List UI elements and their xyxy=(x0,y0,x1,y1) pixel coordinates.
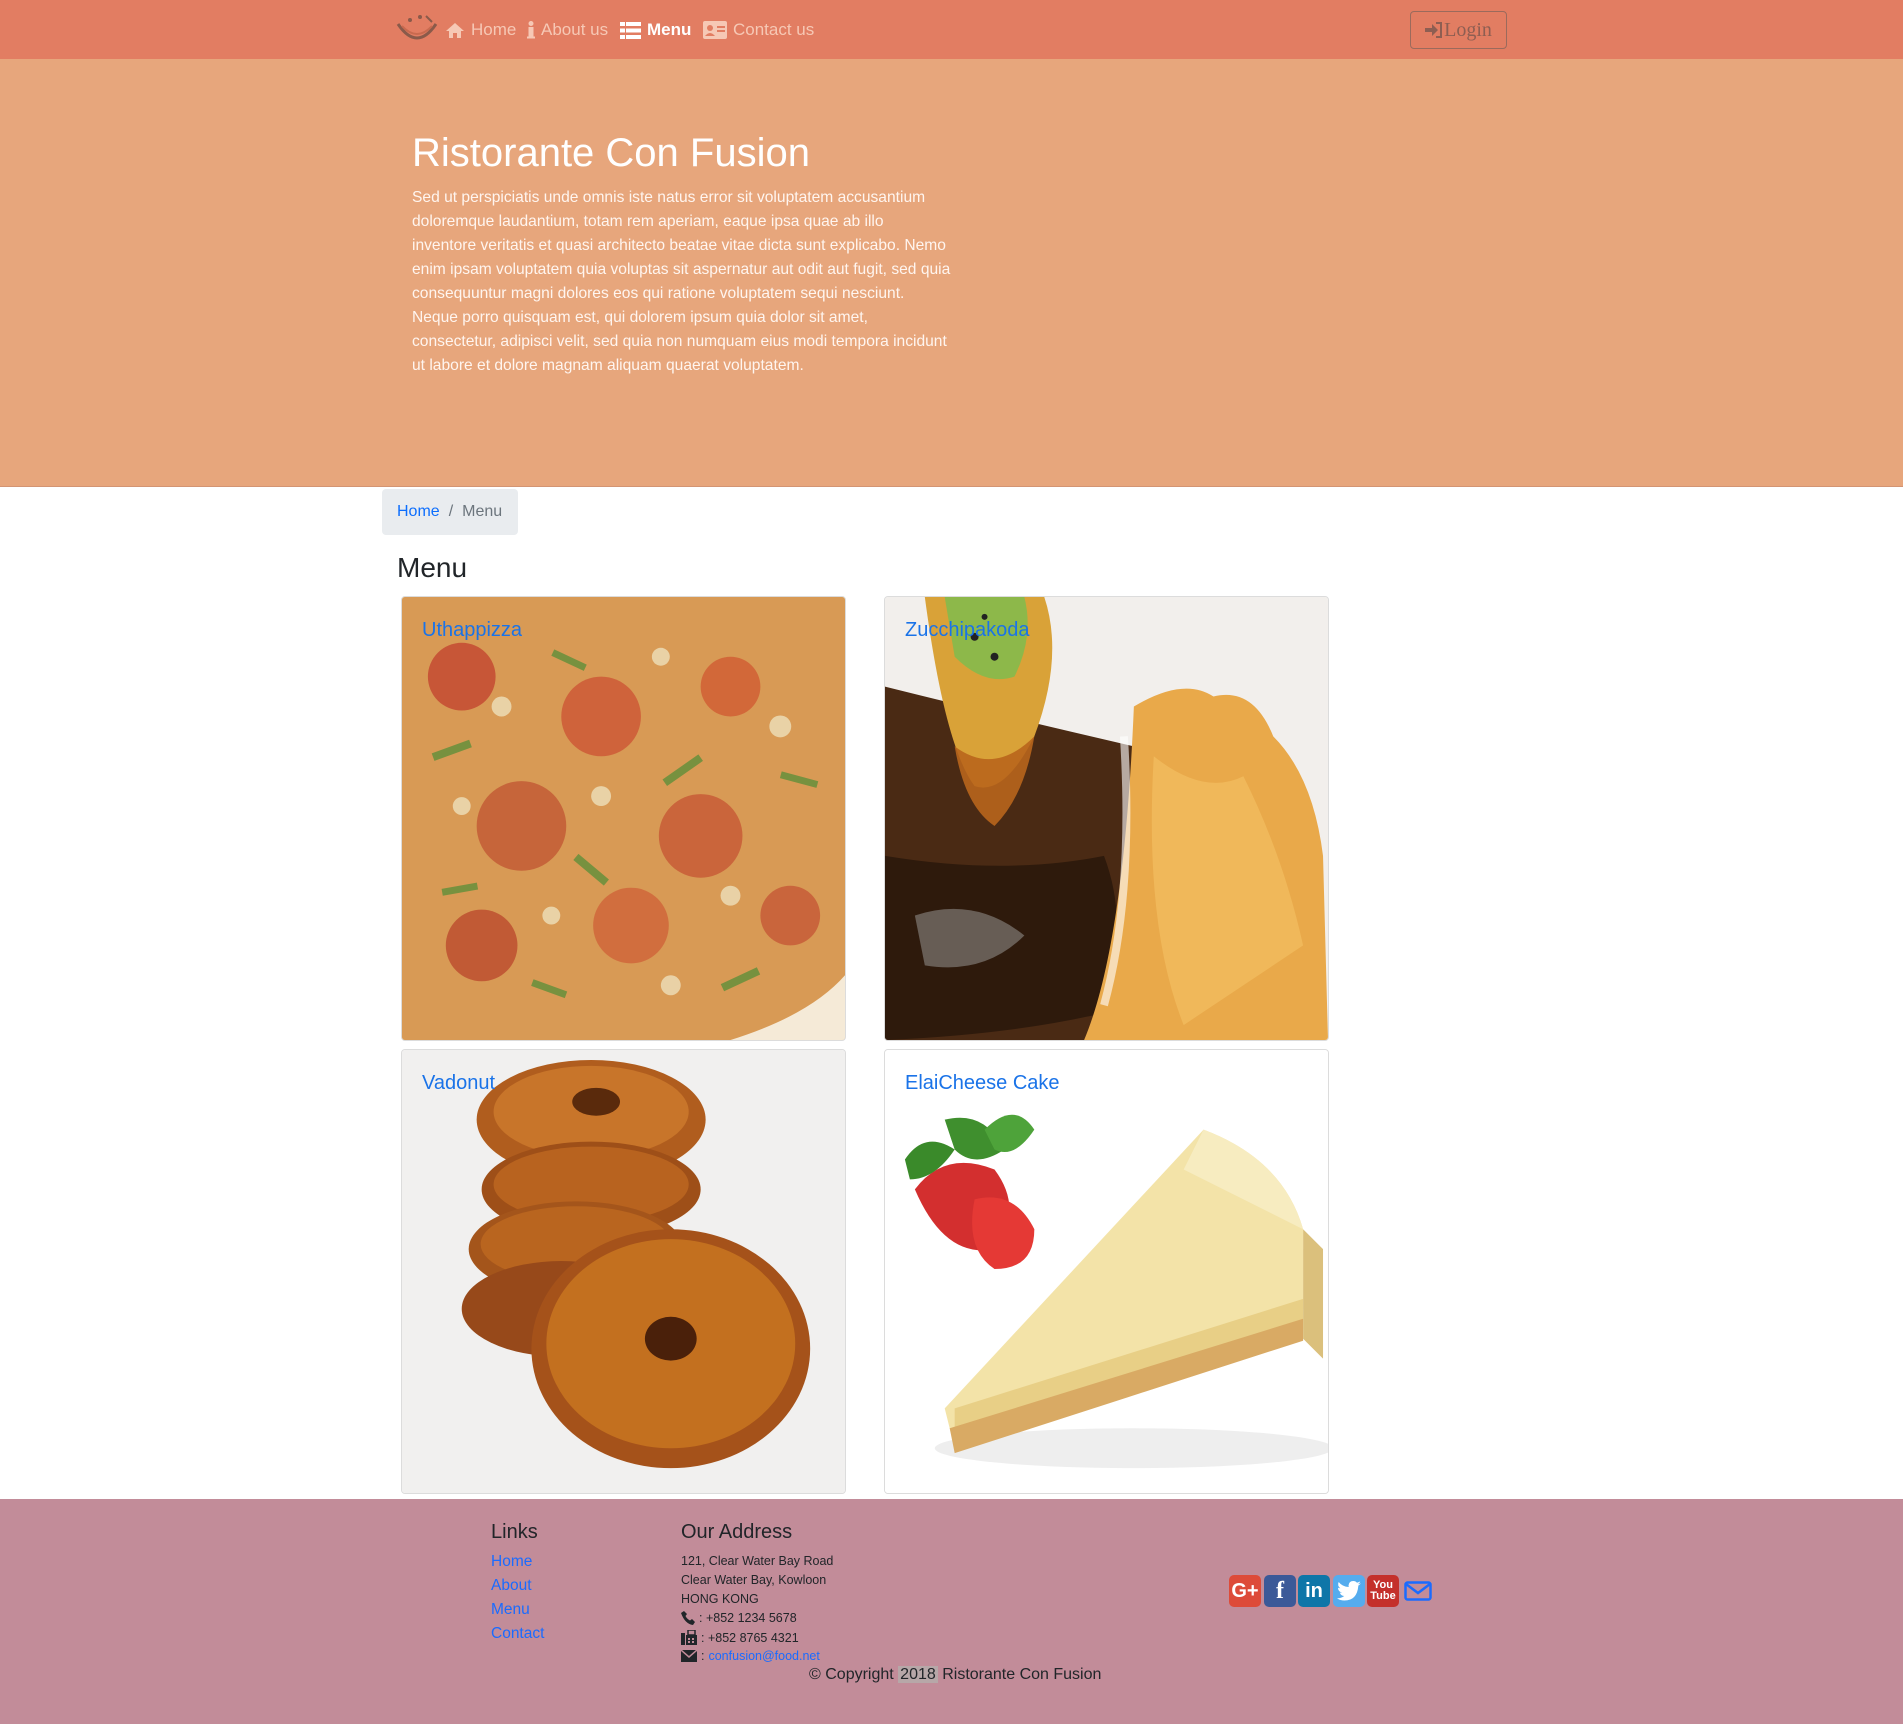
page-title: Menu xyxy=(397,552,468,583)
breadcrumb-separator: / xyxy=(448,503,454,520)
dish-title[interactable]: Uthappizza xyxy=(422,619,522,642)
dish-title[interactable]: ElaiCheese Cake xyxy=(905,1072,1060,1095)
nav-contact-label: Contact us xyxy=(733,20,815,39)
fax-number: : +852 8765 4321 xyxy=(701,1630,799,1645)
dish-card-vadonut[interactable]: Vadonut xyxy=(401,1049,846,1494)
fax-line: : +852 8765 4321 xyxy=(681,1630,799,1645)
email-button[interactable] xyxy=(1402,1575,1434,1607)
elaicheese-cake-image xyxy=(885,1050,1328,1493)
google-plus-icon: G+ xyxy=(1231,1579,1259,1602)
email-line: : confusion@food.net xyxy=(681,1649,820,1663)
envelope-icon xyxy=(1404,1581,1432,1601)
breadcrumb-current: Menu xyxy=(462,503,503,520)
facebook-icon: f xyxy=(1276,1577,1284,1604)
linkedin-icon: in xyxy=(1305,1579,1323,1602)
zucchipakoda-image xyxy=(885,597,1328,1040)
home-icon xyxy=(446,22,464,38)
nav-menu-label: Menu xyxy=(647,20,692,39)
logo-icon[interactable] xyxy=(396,12,438,46)
uthappizza-image xyxy=(402,597,845,1040)
address-line: 121, Clear Water Bay Road xyxy=(681,1554,834,1568)
breadcrumb-home-link[interactable]: Home xyxy=(397,503,440,521)
twitter-button[interactable] xyxy=(1333,1575,1365,1607)
copyright-owner: Ristorante Con Fusion xyxy=(942,1666,1102,1683)
twitter-icon xyxy=(1337,1581,1361,1601)
vadonut-image xyxy=(402,1050,845,1493)
copyright: © Copyright 2018 Ristorante Con Fusion xyxy=(809,1666,1101,1684)
footer-links-heading: Links xyxy=(491,1521,538,1543)
dish-card-uthappizza[interactable]: Uthappizza xyxy=(401,596,846,1041)
fax-icon xyxy=(681,1630,697,1645)
restaurant-title: Ristorante Con Fusion xyxy=(412,131,810,175)
login-button[interactable]: Login xyxy=(1410,11,1507,49)
dish-card-zucchipakoda[interactable]: Zucchipakoda xyxy=(884,596,1329,1041)
breadcrumb: Home / Menu xyxy=(382,489,518,535)
email-prefix: : xyxy=(701,1649,705,1663)
nav-home[interactable]: Home xyxy=(445,18,516,42)
footer-link-about[interactable]: About xyxy=(491,1577,532,1595)
copyright-prefix: © Copyright xyxy=(809,1666,894,1683)
facebook-button[interactable]: f xyxy=(1264,1575,1296,1607)
dish-title[interactable]: Zucchipakoda xyxy=(905,619,1030,642)
nav-contact[interactable]: Contact us xyxy=(703,18,814,42)
footer-link-menu[interactable]: Menu xyxy=(491,1601,530,1619)
youtube-button[interactable]: You Tube xyxy=(1367,1575,1399,1607)
jumbotron: Ristorante Con Fusion Sed ut perspiciati… xyxy=(0,59,1903,487)
footer-link-home[interactable]: Home xyxy=(491,1553,532,1571)
sign-in-icon xyxy=(1425,22,1443,38)
footer-link-contact[interactable]: Contact xyxy=(491,1625,544,1643)
address-line: HONG KONG xyxy=(681,1592,759,1606)
nav-menu[interactable]: Menu xyxy=(620,18,691,42)
login-label: Login xyxy=(1444,18,1492,41)
phone-number: : +852 1234 5678 xyxy=(699,1611,797,1625)
nav-home-label: Home xyxy=(471,20,517,39)
email-link[interactable]: confusion@food.net xyxy=(708,1649,819,1663)
address-card-icon xyxy=(703,21,727,39)
youtube-icon: You Tube xyxy=(1370,1579,1396,1602)
address-line: Clear Water Bay, Kowloon xyxy=(681,1573,827,1587)
footer: Links Home About Menu Contact Our Addres… xyxy=(0,1499,1903,1724)
nav-about-label: About us xyxy=(541,20,609,39)
footer-address-heading: Our Address xyxy=(681,1521,793,1543)
info-icon xyxy=(527,21,535,39)
nav-about[interactable]: About us xyxy=(527,18,608,42)
dish-title[interactable]: Vadonut xyxy=(422,1072,495,1095)
copyright-year: 2018 xyxy=(898,1666,938,1683)
phone-icon xyxy=(681,1611,695,1625)
google-plus-button[interactable]: G+ xyxy=(1229,1575,1261,1607)
list-icon xyxy=(620,21,641,39)
dish-card-elaicheese-cake[interactable]: ElaiCheese Cake xyxy=(884,1049,1329,1494)
phone-line: : +852 1234 5678 xyxy=(681,1611,797,1625)
envelope-icon xyxy=(681,1650,697,1662)
linkedin-button[interactable]: in xyxy=(1298,1575,1330,1607)
navbar: Home About us Menu Contact us Login xyxy=(0,0,1903,59)
restaurant-description: Sed ut perspiciatis unde omnis iste natu… xyxy=(412,189,951,374)
